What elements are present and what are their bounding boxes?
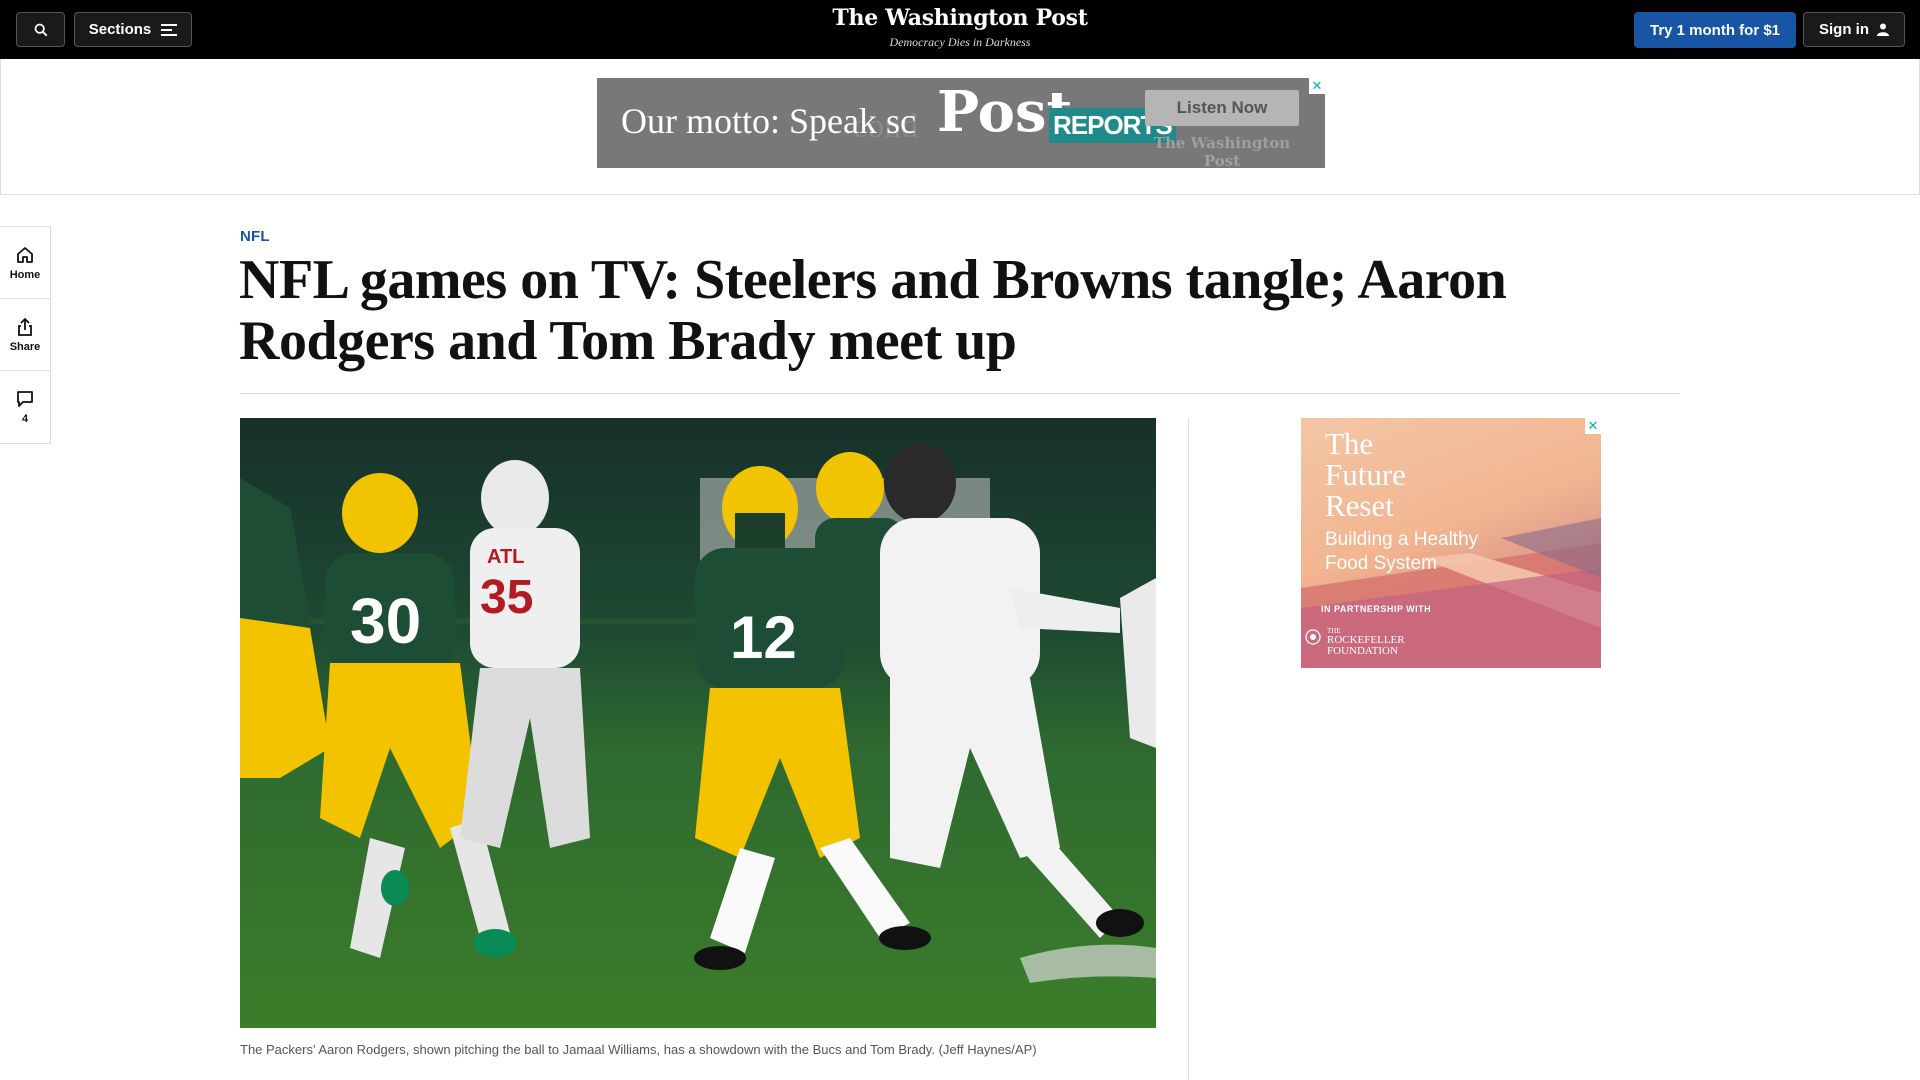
sections-label: Sections	[88, 21, 152, 38]
masthead[interactable]: The Washington Post Democracy Dies in Da…	[760, 5, 1160, 50]
user-icon	[1877, 23, 1889, 36]
sections-menu-button[interactable]: Sections	[74, 12, 192, 47]
ad-subtitle-line-1: Building a Healthy	[1325, 529, 1479, 550]
share-label: Share	[9, 340, 41, 353]
washington-post-logo[interactable]: The Washington Post	[760, 5, 1160, 31]
home-label: Home	[9, 268, 41, 281]
masthead-tagline: Democracy Dies in Darkness	[889, 35, 1031, 49]
top-ad-slot: cond Our motto: Speak sc Post REPORTS Li…	[0, 59, 1920, 195]
ad-subtitle: Building a Healthy Food System	[1325, 528, 1478, 576]
column-divider	[1188, 418, 1189, 1080]
ad-close-icon[interactable]: ✕	[1309, 78, 1325, 94]
photo-jersey-35: 35	[480, 571, 533, 624]
headline-divider	[240, 393, 1680, 394]
rockefeller-foundation-logo: THE ROCKEFELLER FOUNDATION	[1305, 627, 1405, 657]
ad-subtitle-line-2: Food System	[1325, 553, 1437, 574]
post-reports-banner-ad[interactable]: cond Our motto: Speak sc Post REPORTS Li…	[597, 78, 1325, 168]
football-game-photo: 30 ATL 35 12	[240, 418, 1156, 1028]
photo-caption: The Packers' Aaron Rodgers, shown pitchi…	[240, 1042, 1037, 1057]
hamburger-menu-icon	[161, 23, 178, 36]
top-navigation-bar: Sections The Washington Post Democracy D…	[0, 0, 1920, 59]
ad-title-line-3: Reset	[1325, 488, 1394, 523]
share-icon	[18, 317, 32, 336]
photo-jersey-atl: ATL	[487, 546, 524, 568]
sign-in-label: Sign in	[1819, 21, 1869, 38]
photo-jersey-12: 12	[730, 604, 797, 671]
article-tools-rail: Home Share 4	[0, 226, 51, 444]
photo-jersey-30: 30	[350, 585, 421, 657]
ad-washington-post-logo: The Washington Post	[1153, 134, 1291, 168]
ad-title-line-1: The	[1325, 426, 1374, 461]
ad-motto-text: Our motto: Speak sc	[621, 101, 916, 141]
side-ad-close-icon[interactable]: ✕	[1585, 418, 1601, 434]
ad-partner-label: IN PARTNERSHIP WITH	[1321, 604, 1432, 614]
foundation-line-3: FOUNDATION	[1327, 645, 1398, 657]
foundation-emblem-icon	[1305, 629, 1321, 645]
share-button[interactable]: Share	[0, 299, 50, 371]
ad-title-line-2: Future	[1325, 457, 1406, 492]
search-button[interactable]	[16, 12, 65, 47]
ad-listen-now-button[interactable]: Listen Now	[1145, 90, 1299, 126]
home-icon	[17, 246, 33, 263]
comments-button[interactable]: 4	[0, 371, 50, 443]
comments-count: 4	[21, 413, 29, 425]
future-reset-side-ad[interactable]: The Future Reset Building a Healthy Food…	[1301, 418, 1601, 668]
comment-icon	[17, 391, 33, 407]
article-kicker[interactable]: NFL	[240, 228, 270, 245]
article-lead-photo: 30 ATL 35 12	[240, 418, 1156, 1028]
sign-in-button[interactable]: Sign in	[1803, 12, 1905, 47]
home-button[interactable]: Home	[0, 227, 50, 299]
ad-title: The Future Reset	[1325, 428, 1406, 521]
search-icon	[34, 23, 47, 36]
article-headline: NFL games on TV: Steelers and Browns tan…	[239, 249, 1507, 372]
subscribe-trial-button[interactable]: Try 1 month for $1	[1634, 12, 1796, 48]
